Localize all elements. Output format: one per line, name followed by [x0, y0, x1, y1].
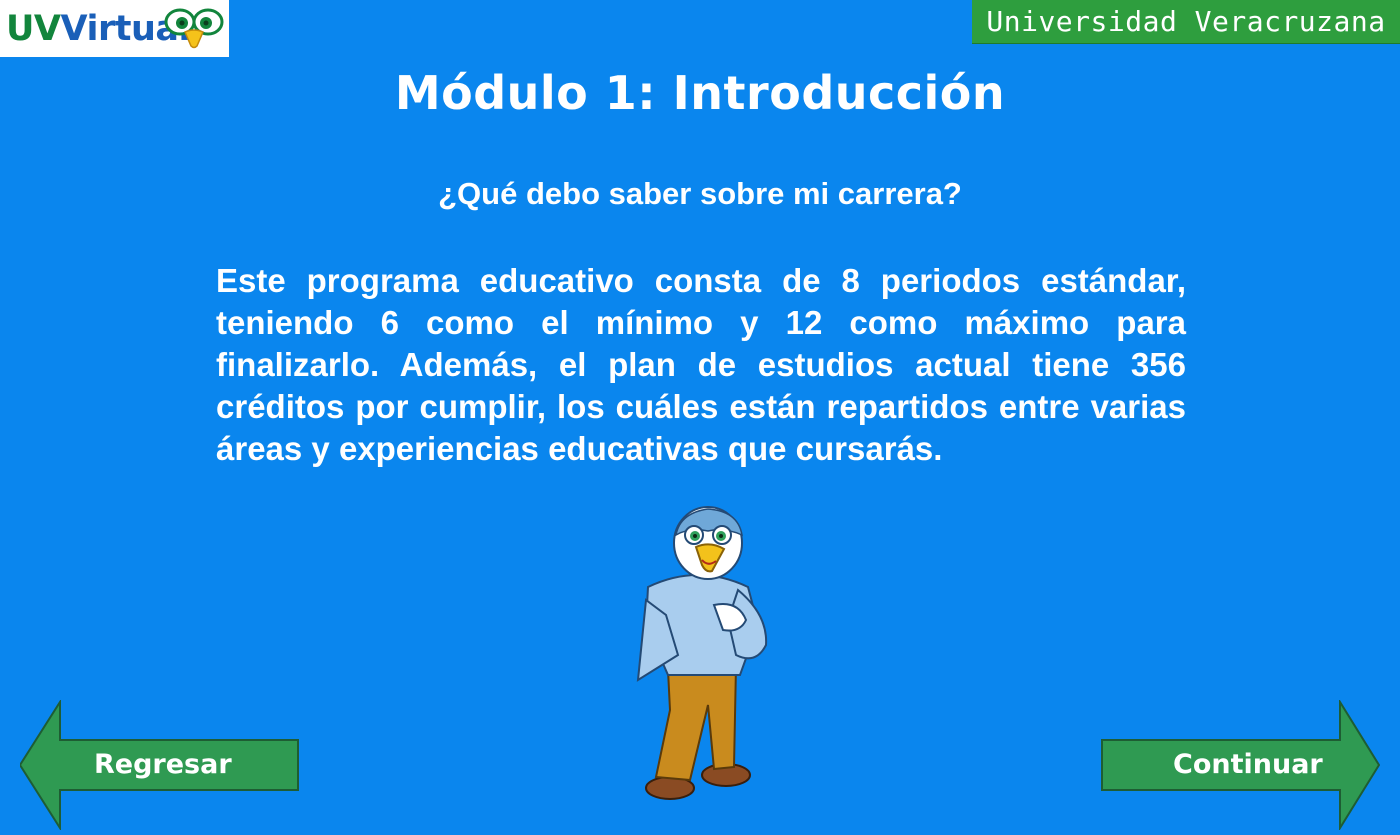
logo-v: V [60, 8, 87, 49]
body-paragraph: Este programa educativo consta de 8 peri… [216, 262, 1186, 467]
uvirtual-logo: UVVirtual [0, 0, 229, 57]
falcon-mascot [636, 506, 768, 800]
section-question: ¿Qué debo saber sobre mi carrera? [438, 176, 962, 211]
continue-label: Continuar [1173, 749, 1323, 780]
back-button[interactable]: Regresar [18, 698, 320, 832]
institution-banner: Universidad Veracruzana [972, 0, 1400, 43]
continue-button[interactable]: Continuar [1080, 698, 1381, 832]
logo-prefix: UV [6, 8, 61, 49]
page-title: Módulo 1: Introducción [394, 66, 1006, 120]
back-label: Regresar [94, 749, 232, 780]
owl-eyes-icon [164, 8, 224, 49]
